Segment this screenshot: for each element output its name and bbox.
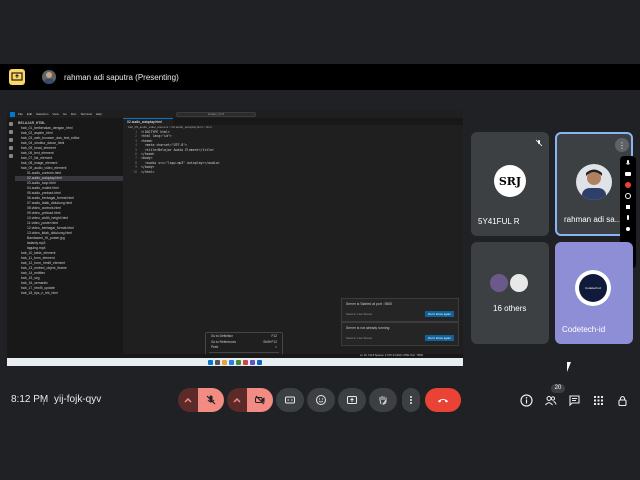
- leave-call-button[interactable]: [425, 388, 461, 412]
- notification-server-not-running: Server is not already running Source: Liv…: [341, 322, 459, 346]
- chevron-up-icon: [184, 397, 192, 403]
- avatar: [508, 272, 530, 294]
- captions-button[interactable]: [276, 388, 304, 412]
- presenting-bar: rahman adi saputra (Presenting): [0, 64, 640, 90]
- participant-name: 16 others: [493, 304, 527, 313]
- host-controls-button[interactable]: [614, 392, 630, 408]
- code-line: 10 </html>: [127, 170, 463, 174]
- divider: [43, 397, 44, 405]
- participant-name: 5Y41FUL R: [478, 217, 520, 226]
- camera-icon[interactable]: [624, 170, 632, 178]
- menu-item: Edit: [26, 112, 33, 116]
- raise-hand-button[interactable]: [369, 388, 397, 412]
- stop-icon[interactable]: [624, 203, 632, 211]
- code-text: </html>: [141, 169, 155, 174]
- participant-name: rahman adi sa...: [564, 215, 622, 224]
- presenter-title: rahman adi saputra (Presenting): [64, 72, 179, 82]
- camera-toggle-button[interactable]: [247, 388, 273, 412]
- avatar-logo: Codetech.id: [584, 286, 601, 290]
- record-icon[interactable]: [624, 181, 632, 189]
- dont-show-again-button: Don't show again: [425, 311, 454, 317]
- video-options-button[interactable]: [227, 388, 247, 412]
- chat-icon: [568, 394, 580, 406]
- more-vert-icon: [410, 396, 412, 404]
- hand-icon: [379, 396, 387, 405]
- notification-text: Server is not already running: [346, 326, 390, 330]
- more-options-button[interactable]: [402, 388, 420, 412]
- vscode-titlebar: File Edit Selection View Go Run Terminal Help b…: [7, 110, 463, 118]
- people-button[interactable]: [542, 392, 558, 408]
- menu-separator: [209, 351, 279, 353]
- participant-tile-codetech[interactable]: Codetech.id Codetech-id: [555, 242, 633, 344]
- avatar-logo: SRJ: [498, 174, 522, 188]
- info-icon: [519, 393, 533, 407]
- menu-item: Go: [62, 112, 67, 116]
- dont-show-again-button: Don't show again: [425, 335, 454, 341]
- avatar: Codetech.id: [575, 270, 611, 306]
- settings-small-icon[interactable]: [624, 225, 632, 233]
- meeting-details-button[interactable]: [518, 392, 534, 408]
- participant-name: Codetech-id: [562, 325, 606, 334]
- shared-screen: File Edit Selection View Go Run Terminal Help b…: [7, 110, 463, 366]
- windows-taskbar: [7, 358, 463, 366]
- present-icon: [347, 396, 357, 404]
- reactions-button[interactable]: [307, 388, 335, 412]
- activities-button[interactable]: [590, 392, 606, 408]
- mic-off-icon: [533, 137, 545, 149]
- menu-item: Terminal: [80, 112, 92, 116]
- mic-toggle-button[interactable]: [198, 388, 224, 412]
- avatar: [576, 164, 612, 200]
- settings-icon[interactable]: [624, 192, 632, 200]
- menu-item: File: [18, 112, 23, 116]
- participant-tile-others[interactable]: 16 others: [471, 242, 549, 344]
- activity-bar: [7, 118, 15, 354]
- hang-up-icon: [438, 399, 448, 403]
- menu-item: Help: [95, 112, 102, 116]
- present-screen-icon: [9, 69, 25, 85]
- lock-person-icon: [617, 395, 627, 406]
- presenter-avatar: [42, 70, 56, 84]
- camera-off-icon: [255, 395, 265, 405]
- avatar: [488, 272, 510, 294]
- notification-source: Source: Live Server: [346, 312, 373, 316]
- menu-item: Selection: [36, 112, 49, 116]
- apps-grid-icon: [593, 395, 603, 405]
- explorer-panel: BELAJAR_HTML bab_01_berkenalan_dengan_ht…: [15, 118, 123, 354]
- line-number: 10: [133, 169, 137, 174]
- notification-server-started: Server is Started at port : 5500 Source: …: [341, 298, 459, 322]
- chevron-up-icon: [233, 397, 241, 403]
- people-icon: [544, 395, 556, 405]
- menu-item-shortcut: >: [275, 345, 277, 350]
- participant-tile-5y41ful[interactable]: SRJ 5Y41FUL R: [471, 132, 549, 236]
- menu-item-label: Peek: [211, 345, 219, 350]
- emoji-icon: [316, 395, 326, 405]
- menu-item: View: [52, 112, 59, 116]
- menu-item: Run: [70, 112, 77, 116]
- vscode-menu: File Edit Selection View Go Run Terminal Help: [18, 112, 106, 116]
- audio-options-button[interactable]: [178, 388, 198, 412]
- editor-tab: 02.audio_autoplay.html: [123, 118, 173, 125]
- code-area: 1 <!DOCTYPE html> 2 <html lang="id"> 3 <head>…: [123, 130, 463, 174]
- mouse-cursor: [567, 362, 571, 372]
- vscode-search: belajar_html: [175, 111, 256, 117]
- meeting-code: yij-fojk-qyv: [54, 394, 102, 405]
- notification-text: Server is Started at port : 5500: [346, 302, 393, 306]
- mic-off-icon: [206, 395, 216, 405]
- avatar: SRJ: [494, 165, 526, 197]
- context-menu-item: Peek >: [206, 345, 282, 351]
- vscode-logo-icon: [10, 111, 15, 117]
- present-now-button[interactable]: [338, 388, 366, 412]
- more-options-icon[interactable]: ⋮: [615, 138, 629, 152]
- explorer-file: bab_18_tips_n_trik_html: [21, 291, 58, 295]
- mic-icon[interactable]: [624, 159, 632, 167]
- notification-source: Source: Live Server: [346, 336, 373, 340]
- captions-icon: [285, 396, 295, 404]
- chat-button[interactable]: [566, 392, 582, 408]
- mic-small-icon[interactable]: [624, 214, 632, 222]
